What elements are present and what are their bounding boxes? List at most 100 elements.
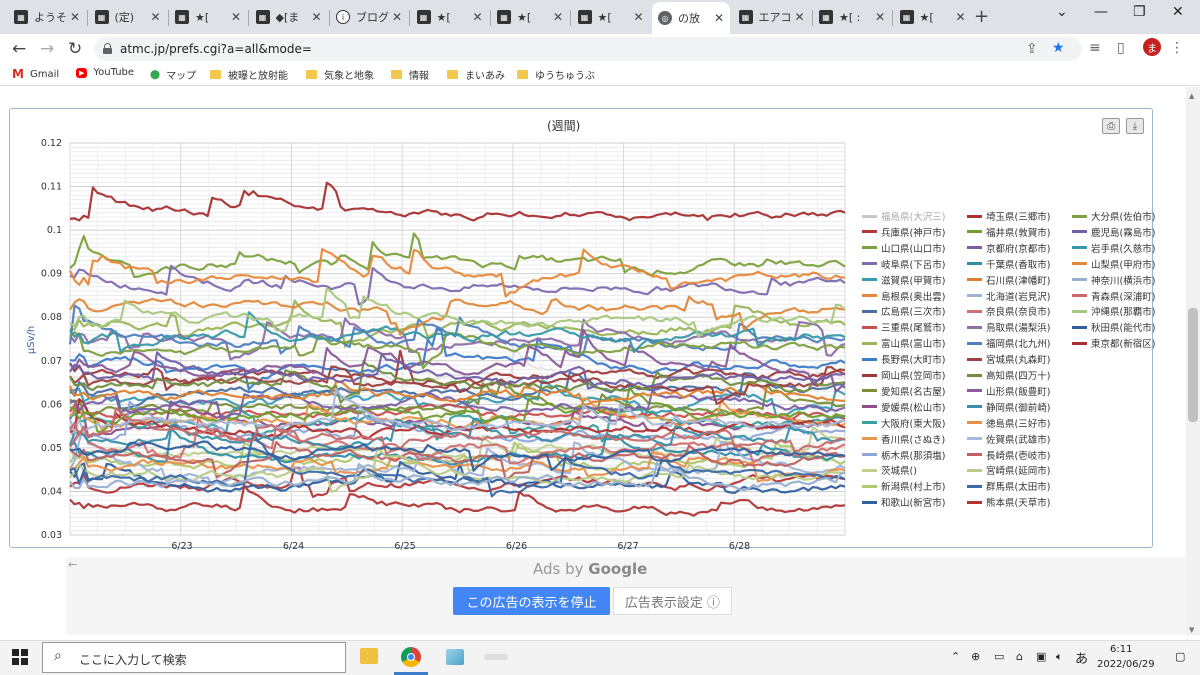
legend-swatch [967, 500, 982, 504]
legend-item[interactable]: 福岡県(北九州) [967, 336, 1050, 350]
legend-item[interactable]: 石川県(津幡町) [967, 273, 1050, 287]
legend-item[interactable]: 福島県(大沢三) [862, 209, 945, 223]
legend-item[interactable]: 大阪府(東大阪) [862, 416, 945, 430]
legend-item[interactable]: 奈良県(奈良市) [967, 304, 1050, 318]
ad-back-icon[interactable]: ← [68, 558, 77, 571]
legend-item[interactable]: 長野県(大町市) [862, 352, 945, 366]
pen-app-icon[interactable] [484, 654, 508, 660]
x-tick-label: 6/28 [729, 541, 750, 552]
scroll-down-icon[interactable]: ▼ [1189, 626, 1194, 634]
legend-label: 宮崎県(延岡市) [986, 466, 1051, 478]
taskbar-search-placeholder[interactable]: ここに入力して検索 [79, 651, 187, 668]
legend-item[interactable]: 大分県(佐伯市) [1072, 209, 1155, 223]
legend-item[interactable]: 山形県(飯豊町) [967, 384, 1050, 398]
scroll-up-icon[interactable]: ▲ [1189, 92, 1194, 100]
volume-icon[interactable]: 🔈︎ [1056, 650, 1063, 664]
download-icon[interactable]: ⤓ [1126, 118, 1144, 134]
legend-item[interactable]: 熊本県(天草市) [967, 495, 1050, 509]
legend-item[interactable]: 兵庫県(神戸市) [862, 225, 945, 239]
legend-label: 福岡県(北九州) [986, 339, 1051, 351]
legend-label: 徳島県(三好市) [986, 418, 1051, 430]
legend-label: 山梨県(甲府市) [1091, 259, 1156, 271]
legend-item[interactable]: 長崎県(壱岐市) [967, 448, 1050, 462]
legend-label: 熊本県(天草市) [986, 498, 1051, 510]
network-icon[interactable]: ⌂ [1016, 650, 1023, 663]
legend-item[interactable]: 岐阜県(下呂市) [862, 257, 945, 271]
legend-item[interactable]: 島根県(奥出雲) [862, 289, 945, 303]
legend-item[interactable]: 鹿児島(霧島市) [1072, 225, 1155, 239]
legend-item[interactable]: 茨城県() [862, 463, 917, 477]
legend-item[interactable]: 富山県(富山市) [862, 336, 945, 350]
legend-item[interactable]: 北海道(岩見沢) [967, 289, 1050, 303]
display-icon[interactable]: ▣ [1036, 650, 1046, 663]
legend-item[interactable]: 岩手県(久慈市) [1072, 241, 1155, 255]
legend-item[interactable]: 高知県(四万十) [967, 368, 1050, 382]
legend-item[interactable]: 山口県(山口市) [862, 241, 945, 255]
y-tick-label: 0.03 [41, 530, 62, 541]
legend-item[interactable]: 千葉県(香取市) [967, 257, 1050, 271]
legend-item[interactable]: 広島県(三次市) [862, 304, 945, 318]
legend-item[interactable]: 東京都(新宿区) [1072, 336, 1155, 350]
y-tick-label: 0.07 [41, 356, 62, 367]
legend-item[interactable]: 静岡県(御前崎) [967, 400, 1050, 414]
legend-item[interactable]: 鳥取県(湯梨浜) [967, 320, 1050, 334]
legend-item[interactable]: 福井県(敦賀市) [967, 225, 1050, 239]
legend-swatch [862, 230, 877, 234]
legend-item[interactable]: 京都府(京都市) [967, 241, 1050, 255]
legend-item[interactable]: 青森県(深浦町) [1072, 289, 1155, 303]
legend-item[interactable]: 徳島県(三好市) [967, 416, 1050, 430]
legend-item[interactable]: 滋賀県(甲賀市) [862, 273, 945, 287]
legend-label: 三重県(尾鷲市) [881, 323, 946, 335]
legend-label: 長野県(大町市) [881, 355, 946, 367]
legend-item[interactable]: 愛媛県(松山市) [862, 400, 945, 414]
notification-icon[interactable]: ▢ [1175, 650, 1185, 663]
legend-swatch [1072, 230, 1087, 234]
legend-item[interactable]: 香川県(さぬき) [862, 432, 945, 446]
legend-item[interactable]: 沖縄県(那覇市) [1072, 304, 1155, 318]
legend-item[interactable]: 和歌山(新宮市) [862, 495, 945, 509]
legend-item[interactable]: 神奈川(横浜市) [1072, 273, 1155, 287]
chrome-icon[interactable] [401, 647, 421, 667]
legend-item[interactable]: 新潟県(村上市) [862, 479, 945, 493]
legend-item[interactable]: 秋田県(能代市) [1072, 320, 1155, 334]
legend-item[interactable]: 埼玉県(三郷市) [967, 209, 1050, 223]
legend-item[interactable]: 岡山県(笠岡市) [862, 368, 945, 382]
legend-item[interactable]: 栃木県(那須塩) [862, 448, 945, 462]
legend-label: 栃木県(那須塩) [881, 450, 946, 462]
legend-swatch [1072, 325, 1087, 329]
legend-label: 山口県(山口市) [881, 243, 946, 255]
clock-time[interactable]: 6:11 [1110, 644, 1132, 655]
battery-icon[interactable]: ▭ [994, 650, 1004, 663]
legend-swatch [967, 357, 982, 361]
legend-item[interactable]: 愛知県(名古屋) [862, 384, 945, 398]
notes-app-icon[interactable] [446, 649, 464, 665]
ad-settings-button[interactable]: 広告表示設定 ⓘ [613, 587, 732, 615]
file-explorer-icon[interactable] [360, 648, 378, 664]
legend-label: 高知県(四万十) [986, 371, 1051, 382]
legend-swatch [862, 421, 877, 425]
y-tick-label: 0.11 [41, 182, 62, 193]
legend-label: 千葉県(香取市) [986, 259, 1051, 271]
legend-item[interactable]: 山梨県(甲府市) [1072, 257, 1155, 271]
legend-label: 和歌山(新宮市) [881, 498, 946, 510]
legend-item[interactable]: 宮崎県(延岡市) [967, 463, 1050, 477]
tray-expand-icon[interactable]: ⌃ [951, 650, 960, 663]
clock-date[interactable]: 2022/06/29 [1097, 659, 1155, 670]
stop-ad-button[interactable]: この広告の表示を停止 [453, 587, 610, 615]
print-icon[interactable]: ⎙ [1102, 118, 1120, 134]
legend-label: 岡山県(笠岡市) [881, 371, 946, 382]
legend-label: 新潟県(村上市) [881, 482, 946, 494]
legend-item[interactable]: 宮城県(丸森町) [967, 352, 1050, 366]
legend-item[interactable]: 佐賀県(武雄市) [967, 432, 1050, 446]
scrollbar-thumb[interactable] [1188, 308, 1198, 422]
ime-indicator[interactable]: あ [1075, 648, 1088, 667]
legend-item[interactable]: 群馬県(太田市) [967, 479, 1050, 493]
legend-label: 石川県(津幡町) [986, 275, 1051, 287]
tray-app-icon[interactable]: ⊕ [971, 650, 980, 663]
legend-label: 岐阜県(下呂市) [881, 259, 946, 271]
legend-item[interactable]: 三重県(尾鷲市) [862, 320, 945, 334]
legend-swatch [862, 405, 877, 409]
windows-start-icon[interactable] [12, 649, 28, 665]
legend-swatch [967, 214, 982, 218]
legend-label: 埼玉県(三郷市) [986, 212, 1051, 223]
